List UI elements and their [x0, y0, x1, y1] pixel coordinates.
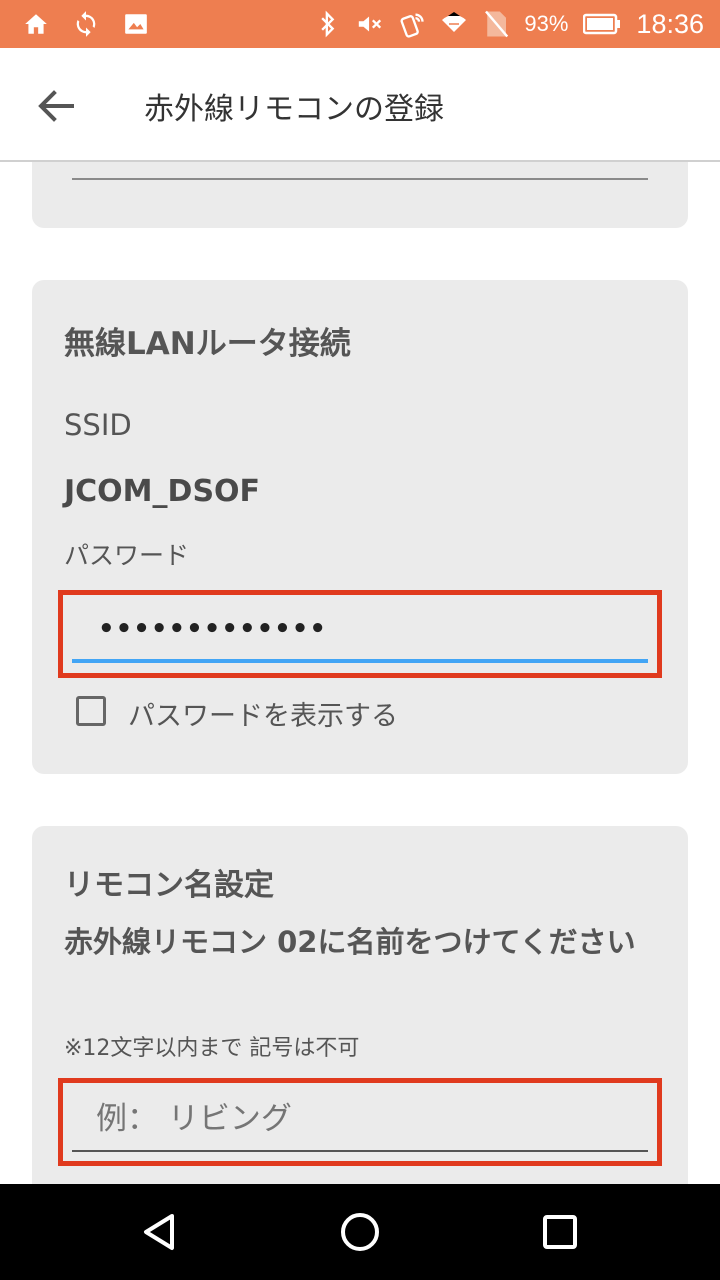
square-recents-icon — [536, 1215, 584, 1260]
scroll-content[interactable]: 無線LANルータ接続 SSID JCOM_DSOF パスワード パスワードを表示… — [0, 160, 720, 1184]
status-bar-right: 93% 18:36 — [314, 6, 704, 42]
remote-name-underline — [72, 1150, 648, 1152]
wifi-router-card: 無線LANルータ接続 SSID JCOM_DSOF パスワード パスワードを表示… — [32, 280, 688, 774]
name-card-heading: リモコン名設定 — [64, 868, 274, 903]
navigation-bar — [0, 1184, 720, 1280]
circle-home-icon — [336, 1213, 384, 1260]
show-password-checkbox[interactable] — [76, 696, 106, 726]
show-password-label[interactable]: パスワードを表示する — [128, 694, 398, 733]
device-id-field-underline — [72, 178, 648, 180]
nav-home-button[interactable] — [336, 1208, 384, 1256]
back-button[interactable] — [32, 82, 80, 130]
name-note: ※12文字以内まで 記号は不可 — [64, 1036, 360, 1061]
password-input-underline — [72, 659, 648, 663]
device-id-card — [32, 160, 688, 228]
name-instruction: 赤外線リモコン 02に名前をつけてください — [64, 925, 636, 959]
wifi-icon — [440, 10, 468, 38]
remote-name-input[interactable] — [72, 1092, 648, 1146]
app-bar: 赤外線リモコンの登録 — [0, 48, 720, 162]
nav-back-button[interactable] — [136, 1208, 184, 1256]
ssid-label: SSID — [64, 408, 132, 442]
mute-icon — [356, 10, 384, 38]
wifi-card-heading: 無線LANルータ接続 — [64, 326, 351, 362]
triangle-back-icon — [136, 1214, 184, 1260]
battery-percent: 93% — [524, 11, 569, 36]
status-bar-left — [22, 10, 150, 38]
sync-icon — [72, 10, 100, 38]
password-label: パスワード — [64, 541, 190, 570]
image-icon — [122, 10, 150, 38]
bluetooth-icon — [314, 10, 342, 38]
nav-recents-button[interactable] — [536, 1208, 584, 1256]
home-icon — [22, 10, 50, 38]
back-arrow-icon — [32, 90, 80, 134]
remote-name-card: リモコン名設定 赤外線リモコン 02に名前をつけてください ※12文字以内まで … — [32, 826, 688, 1184]
nfc-icon — [398, 10, 426, 38]
no-sim-icon — [482, 10, 510, 38]
battery-icon — [582, 10, 622, 38]
page-title: 赤外線リモコンの登録 — [144, 92, 444, 127]
clock: 18:36 — [636, 8, 704, 39]
status-bar: 93% 18:36 — [0, 0, 720, 48]
password-input[interactable] — [72, 602, 648, 656]
ssid-value: JCOM_DSOF — [64, 474, 261, 509]
